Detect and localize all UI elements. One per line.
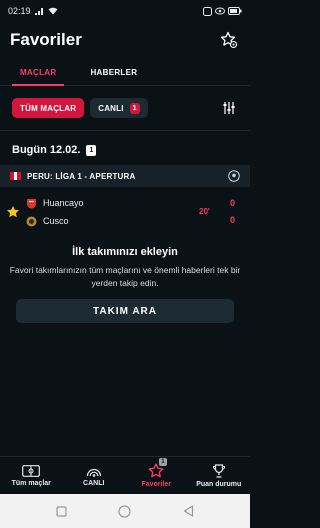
header: Favoriler [0, 22, 250, 58]
status-bar: 02:19 [0, 0, 250, 22]
away-team: Cusco [26, 214, 69, 228]
live-count-badge: 1 [129, 102, 140, 114]
pitch-icon [22, 464, 41, 477]
favorite-star-icon[interactable] [6, 205, 20, 219]
tab-news[interactable]: HABERLER [82, 60, 145, 85]
date-label: Bugün 12.02. [12, 144, 81, 156]
chip-label: TÜM MAÇLAR [20, 103, 77, 113]
status-time: 02:19 [8, 6, 31, 16]
home-team-name: Huancayo [43, 198, 84, 208]
home-score: 0 [230, 198, 236, 208]
date-header: Bugün 12.02. 1 [12, 142, 97, 158]
nav-standings[interactable]: Puan durumu [188, 457, 251, 494]
nav-all-matches[interactable]: Tüm maçlar [0, 457, 63, 494]
nav-label: Favoriler [141, 481, 172, 488]
league-header[interactable]: PERU: LİGA 1 - APERTURA [0, 165, 250, 187]
empty-state-title: İlk takımınızı ekleyin [72, 246, 178, 258]
home-team: Huancayo [26, 196, 84, 210]
filter-bar: TÜM MAÇLAR CANLI 1 [12, 98, 238, 118]
live-icon [86, 468, 101, 477]
match-count-badge: 1 [86, 144, 97, 156]
trophy-icon [212, 463, 225, 478]
away-score: 0 [230, 215, 236, 225]
tab-label: HABERLER [90, 68, 138, 77]
sliders-icon [223, 102, 235, 114]
league-title: LİGA 1 - APERTURA [55, 171, 136, 181]
recent-apps-button[interactable] [55, 504, 69, 518]
away-team-name: Cusco [43, 216, 69, 226]
tab-bar: MAÇLAR HABERLER [0, 60, 250, 86]
league-country: PERU: [27, 171, 53, 181]
nav-favorites[interactable]: 1 Favoriler [125, 457, 188, 494]
soccer-ball-icon [228, 170, 240, 182]
home-button[interactable] [118, 504, 132, 518]
match-row[interactable]: Huancayo Cusco 20' 0 0 [0, 193, 250, 231]
back-triangle-icon [183, 505, 193, 517]
signal-icon [34, 8, 43, 15]
back-button[interactable] [181, 504, 195, 518]
battery-icon [228, 7, 242, 15]
bottom-nav: Tüm maçlar CANLI 1 Favoriler Puan durumu [0, 456, 250, 494]
button-label: TAKIM ARA [93, 305, 157, 317]
wifi-icon [48, 7, 58, 15]
square-icon [56, 505, 67, 517]
tab-matches[interactable]: MAÇLAR [12, 60, 65, 86]
team-logo-icon [26, 216, 37, 226]
all-matches-filter[interactable]: TÜM MAÇLAR [12, 98, 85, 118]
page-title: Favoriler [10, 30, 82, 49]
nfc-icon [203, 6, 212, 16]
live-filter[interactable]: CANLI 1 [90, 98, 148, 118]
peru-flag-icon [10, 172, 22, 180]
eye-icon [215, 7, 225, 15]
team-logo-icon [27, 198, 36, 208]
nav-live[interactable]: CANLI [63, 457, 126, 494]
search-team-button[interactable]: TAKIM ARA [16, 299, 234, 323]
tab-label: MAÇLAR [20, 68, 57, 77]
empty-state-description: Favori takımlarınızın tüm maçlarını ve ö… [9, 265, 241, 288]
divider [0, 130, 250, 131]
favorites-count-badge: 1 [159, 458, 167, 466]
league-name: PERU: LİGA 1 - APERTURA [27, 172, 222, 181]
nav-label: Tüm maçlar [11, 479, 51, 487]
system-nav-bar [0, 494, 250, 528]
match-minute: 20' [199, 207, 210, 216]
circle-icon [118, 504, 132, 518]
nav-label: Puan durumu [196, 480, 242, 488]
settings-star-button[interactable] [218, 29, 240, 51]
sort-settings-button[interactable] [220, 99, 238, 117]
chip-label: CANLI [98, 103, 124, 113]
star-settings-icon [220, 31, 238, 49]
nav-label: CANLI [83, 480, 105, 487]
